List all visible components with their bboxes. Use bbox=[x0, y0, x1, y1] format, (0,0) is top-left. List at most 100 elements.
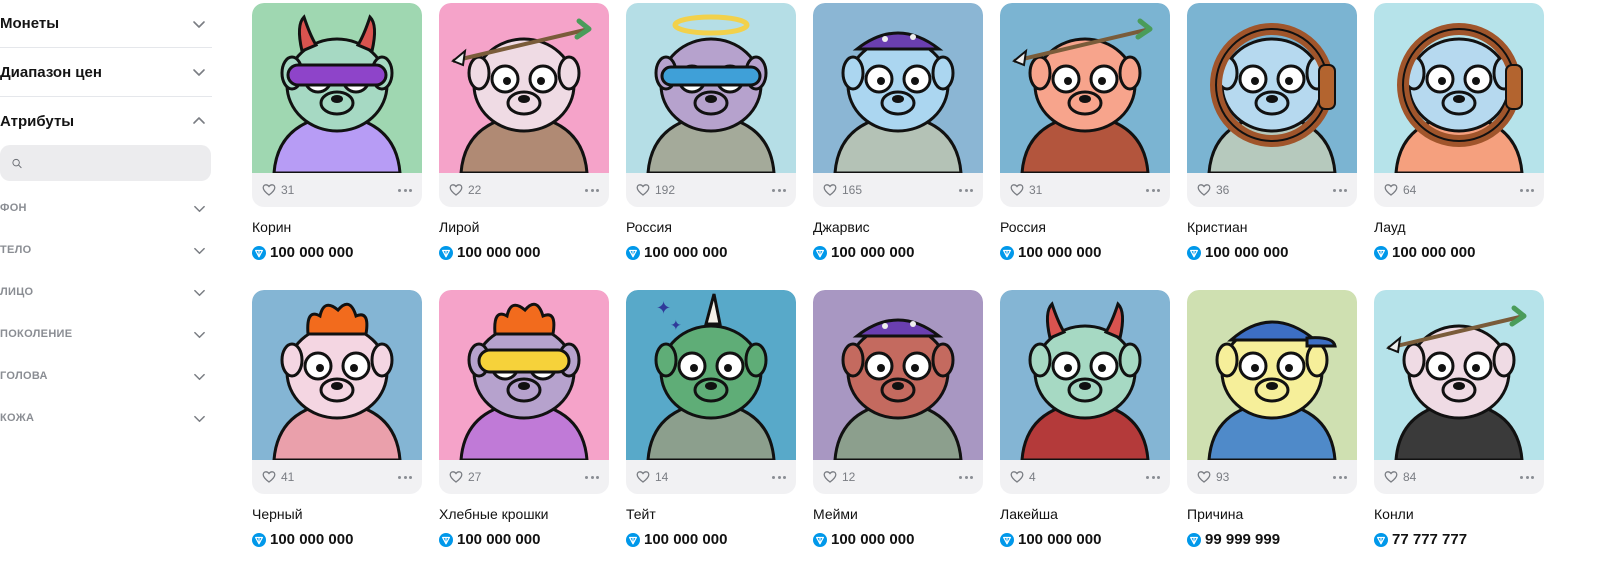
nft-image[interactable] bbox=[1000, 3, 1170, 173]
nft-card[interactable]: 36 Кристиан 100 000 000 bbox=[1187, 3, 1357, 276]
nft-card[interactable]: 41 Черный 100 000 000 bbox=[252, 290, 422, 563]
like-button[interactable]: 36 bbox=[1197, 183, 1229, 197]
more-options-button[interactable] bbox=[585, 474, 599, 480]
like-button[interactable]: 41 bbox=[262, 470, 294, 484]
attribute-filter-row[interactable]: ЛИЦО bbox=[0, 271, 212, 313]
nft-thumbnail[interactable]: 192 bbox=[626, 3, 796, 207]
more-dot-icon bbox=[970, 475, 973, 479]
attribute-filter-row[interactable]: ФОН bbox=[0, 187, 212, 229]
nft-card[interactable]: 4 Лакейша 100 000 000 bbox=[1000, 290, 1170, 563]
filter-section-attributes[interactable]: Атрибуты bbox=[0, 97, 212, 145]
nft-image[interactable] bbox=[252, 290, 422, 460]
nft-thumbnail[interactable]: 31 bbox=[252, 3, 422, 207]
like-button[interactable]: 165 bbox=[823, 183, 862, 197]
nft-image[interactable] bbox=[1187, 290, 1357, 460]
like-button[interactable]: 64 bbox=[1384, 183, 1416, 197]
like-count: 36 bbox=[1216, 183, 1230, 197]
nft-thumbnail[interactable]: 36 bbox=[1187, 3, 1357, 207]
nft-card[interactable]: 192 Россия 100 000 000 bbox=[626, 3, 796, 276]
like-button[interactable]: 12 bbox=[823, 470, 855, 484]
attribute-list: ФОН ТЕЛО ЛИЦО ПОКОЛЕНИЕ ГОЛОВА КОЖА bbox=[0, 187, 212, 439]
more-options-button[interactable] bbox=[1146, 187, 1160, 193]
like-button[interactable]: 31 bbox=[262, 183, 294, 197]
heart-icon bbox=[1197, 471, 1211, 483]
more-dot-icon bbox=[783, 475, 786, 479]
like-button[interactable]: 4 bbox=[1010, 470, 1036, 484]
more-options-button[interactable] bbox=[772, 187, 786, 193]
more-options-button[interactable] bbox=[398, 474, 412, 480]
nft-card[interactable]: 84 Конли 77 777 777 bbox=[1374, 290, 1544, 563]
nft-thumbnail[interactable]: 22 bbox=[439, 3, 609, 207]
nft-price-value: 100 000 000 bbox=[1205, 244, 1289, 261]
ton-diamond-icon bbox=[439, 532, 453, 547]
nft-image[interactable] bbox=[813, 290, 983, 460]
attribute-filter-row[interactable]: ТЕЛО bbox=[0, 229, 212, 271]
nft-image[interactable] bbox=[1187, 3, 1357, 173]
nft-image[interactable] bbox=[252, 3, 422, 173]
more-options-button[interactable] bbox=[1333, 474, 1347, 480]
like-count: 64 bbox=[1403, 183, 1417, 197]
nft-card[interactable]: 27 Хлебные крошки 100 000 000 bbox=[439, 290, 609, 563]
more-options-button[interactable] bbox=[1333, 187, 1347, 193]
nft-image[interactable] bbox=[439, 3, 609, 173]
nft-card[interactable]: 31 Россия 100 000 000 bbox=[1000, 3, 1170, 276]
nft-thumbnail[interactable]: 64 bbox=[1374, 3, 1544, 207]
more-options-button[interactable] bbox=[1520, 474, 1534, 480]
nft-image[interactable] bbox=[813, 3, 983, 173]
nft-card[interactable]: 64 Лауд 100 000 000 bbox=[1374, 3, 1544, 276]
nft-price: 100 000 000 bbox=[1187, 244, 1357, 261]
nft-image[interactable] bbox=[1374, 3, 1544, 173]
attribute-filter-label: ГОЛОВА bbox=[0, 370, 48, 382]
nft-card[interactable]: 31 Корин 100 000 000 bbox=[252, 3, 422, 276]
like-count: 192 bbox=[655, 183, 676, 197]
nft-artwork bbox=[813, 290, 983, 460]
nft-image[interactable] bbox=[439, 290, 609, 460]
more-dot-icon bbox=[777, 475, 781, 479]
like-button[interactable]: 22 bbox=[449, 183, 481, 197]
like-button[interactable]: 84 bbox=[1384, 470, 1416, 484]
nft-card[interactable]: 165 Джарвис 100 000 000 bbox=[813, 3, 983, 276]
nft-card[interactable]: 12 Мейми 100 000 000 bbox=[813, 290, 983, 563]
more-options-button[interactable] bbox=[959, 187, 973, 193]
nft-card[interactable]: 22 Лирой 100 000 000 bbox=[439, 3, 609, 276]
attribute-filter-row[interactable]: КОЖА bbox=[0, 397, 212, 439]
like-button[interactable]: 14 bbox=[636, 470, 668, 484]
filter-section-price-range[interactable]: Диапазон цен bbox=[0, 48, 212, 96]
attribute-search-input[interactable] bbox=[30, 155, 211, 171]
more-dot-icon bbox=[1157, 188, 1160, 192]
more-options-button[interactable] bbox=[772, 474, 786, 480]
nft-name: Кристиан bbox=[1187, 219, 1248, 235]
nft-thumbnail[interactable]: 41 bbox=[252, 290, 422, 494]
nft-image[interactable]: ✦ ✦ bbox=[626, 290, 796, 460]
nft-image[interactable] bbox=[1374, 290, 1544, 460]
attribute-filter-row[interactable]: ГОЛОВА bbox=[0, 355, 212, 397]
heart-icon bbox=[823, 471, 837, 483]
more-options-button[interactable] bbox=[398, 187, 412, 193]
like-button[interactable]: 93 bbox=[1197, 470, 1229, 484]
more-options-button[interactable] bbox=[959, 474, 973, 480]
attribute-filter-row[interactable]: ПОКОЛЕНИЕ bbox=[0, 313, 212, 355]
like-button[interactable]: 27 bbox=[449, 470, 481, 484]
nft-thumbnail[interactable]: 27 bbox=[439, 290, 609, 494]
nft-card[interactable]: ✦ ✦ 14 Тейт 100 000 000 bbox=[626, 290, 796, 563]
nft-image[interactable] bbox=[626, 3, 796, 173]
nft-thumbnail[interactable]: 93 bbox=[1187, 290, 1357, 494]
like-button[interactable]: 192 bbox=[636, 183, 675, 197]
nft-thumbnail[interactable]: 31 bbox=[1000, 3, 1170, 207]
more-options-button[interactable] bbox=[1520, 187, 1534, 193]
nft-thumbnail[interactable]: 165 bbox=[813, 3, 983, 207]
like-button[interactable]: 31 bbox=[1010, 183, 1042, 197]
nft-thumbnail[interactable]: 12 bbox=[813, 290, 983, 494]
like-count: 165 bbox=[842, 183, 863, 197]
more-options-button[interactable] bbox=[585, 187, 599, 193]
nft-image[interactable] bbox=[1000, 290, 1170, 460]
nft-thumbnail[interactable]: 4 bbox=[1000, 290, 1170, 494]
nft-thumbnail[interactable]: 84 bbox=[1374, 290, 1544, 494]
more-options-button[interactable] bbox=[1146, 474, 1160, 480]
more-dot-icon bbox=[970, 188, 973, 192]
nft-thumbnail[interactable]: ✦ ✦ 14 bbox=[626, 290, 796, 494]
nft-card[interactable]: 93 Причина 99 999 999 bbox=[1187, 290, 1357, 563]
filter-section-coins[interactable]: Монеты bbox=[0, 0, 212, 47]
attribute-search[interactable] bbox=[0, 145, 211, 181]
nft-card-toolbar: 14 bbox=[626, 460, 796, 494]
